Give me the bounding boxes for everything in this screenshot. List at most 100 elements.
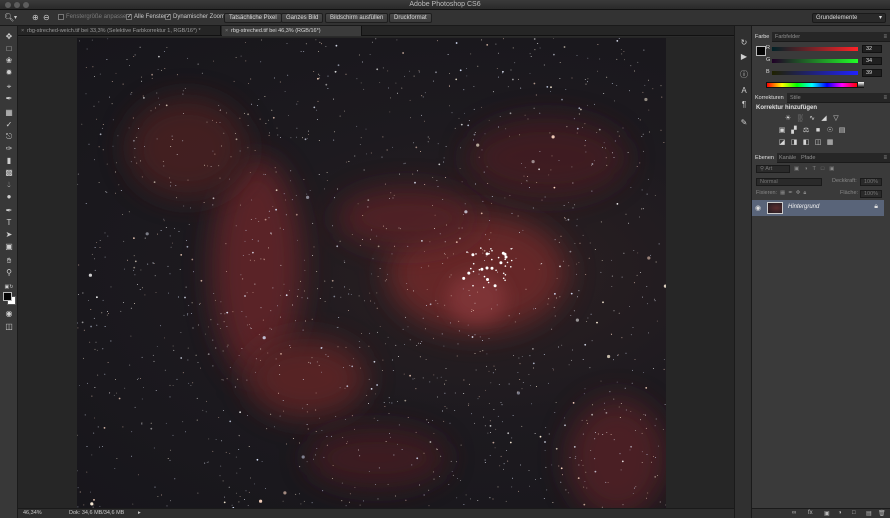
fill-screen-button[interactable]: Bildschirm ausfüllen: [325, 13, 389, 23]
panel-menu-icon[interactable]: ≡: [883, 32, 887, 42]
workspace-select[interactable]: Grundelemente ▾: [812, 13, 886, 23]
path-selection-tool-icon[interactable]: ➤: [3, 230, 15, 240]
gradient-map-icon[interactable]: ▽: [832, 115, 840, 122]
new-adjustment-icon[interactable]: ◑: [838, 510, 842, 516]
blue-slider[interactable]: B 39: [766, 69, 884, 77]
green-slider[interactable]: G 34: [766, 57, 884, 65]
red-gradient[interactable]: [772, 47, 858, 51]
tab-channels[interactable]: Kanäle: [776, 153, 799, 163]
lasso-tool-icon[interactable]: ❀: [3, 56, 15, 66]
threshold-icon[interactable]: ◧: [802, 139, 810, 146]
zoom-tool-icon[interactable]: ⚲: [3, 268, 15, 278]
move-tool-icon[interactable]: ✥: [3, 32, 15, 42]
zoom-tool-preset-icon[interactable]: 🔍︎: [4, 13, 14, 22]
crop-tool-icon[interactable]: ⌖: [3, 82, 15, 92]
selective-color-icon[interactable]: ◫: [814, 139, 822, 146]
blend-mode-select[interactable]: Normal: [756, 178, 822, 186]
astro-image[interactable]: [77, 38, 666, 508]
panel-menu-icon[interactable]: ≡: [883, 153, 887, 163]
scrubby-zoom-checkbox[interactable]: ✓ Dynamischer Zoom: [165, 14, 225, 20]
levels-icon[interactable]: ░: [796, 115, 804, 122]
gradient-tool-icon[interactable]: ▩: [3, 168, 15, 178]
clone-stamp-tool-icon[interactable]: ⎋: [3, 132, 15, 142]
print-size-button[interactable]: Druckformat: [389, 13, 432, 23]
quick-selection-tool-icon[interactable]: ✹: [3, 68, 15, 78]
color-spectrum-ramp[interactable]: [766, 82, 858, 88]
zoom-level[interactable]: 46,34%: [23, 509, 42, 518]
red-slider[interactable]: R 32: [766, 45, 884, 53]
color-lookup-icon[interactable]: ▦: [826, 139, 834, 146]
tab-color[interactable]: Farbe: [752, 32, 773, 42]
character-panel-icon[interactable]: A: [739, 86, 749, 96]
tab-swatches[interactable]: Farbfelder: [772, 32, 803, 42]
exposure-icon[interactable]: ◢: [820, 115, 828, 122]
tab-paths[interactable]: Pfade: [798, 153, 818, 163]
lock-icons[interactable]: ▦✒✥🔒︎: [780, 189, 809, 198]
default-colors-icon[interactable]: ▣↻: [3, 282, 15, 292]
close-tab-icon[interactable]: ×: [21, 26, 24, 36]
history-brush-tool-icon[interactable]: ✑: [3, 144, 15, 154]
brush-tool-icon[interactable]: ✓: [3, 120, 15, 130]
canvas-area[interactable]: [18, 37, 734, 508]
layer-filter-select[interactable]: ⚲ Art: [756, 165, 790, 173]
actions-panel-icon[interactable]: ▶: [739, 52, 749, 62]
hue-saturation-icon[interactable]: ▞: [790, 127, 798, 134]
fill-field[interactable]: 100%: [860, 190, 882, 198]
opacity-field[interactable]: 100%: [860, 178, 882, 186]
link-layers-icon[interactable]: ∞: [792, 510, 796, 516]
green-gradient[interactable]: [772, 59, 858, 63]
new-group-icon[interactable]: □: [852, 510, 856, 516]
layer-filter-icons[interactable]: ▣◑T□▣: [794, 165, 839, 174]
red-value-field[interactable]: 32: [862, 45, 882, 53]
rectangle-tool-icon[interactable]: ▣: [3, 242, 15, 252]
new-layer-icon[interactable]: ▤: [866, 510, 872, 517]
layer-style-icon[interactable]: fx: [808, 510, 813, 516]
type-tool-icon[interactable]: T: [3, 218, 15, 228]
blue-gradient[interactable]: [772, 71, 858, 75]
panel-menu-icon[interactable]: ≡: [883, 93, 887, 103]
photo-filter-icon[interactable]: ☉: [826, 127, 834, 134]
info-panel-icon[interactable]: ⓘ: [739, 70, 749, 80]
screen-mode-icon[interactable]: ◫: [3, 322, 15, 332]
document-tab-active[interactable]: × rbg-streched.tif bei 46,3% (RGB/16*): [222, 26, 362, 36]
black-white-ramp[interactable]: [858, 82, 864, 88]
layer-mask-icon[interactable]: ▣: [824, 510, 830, 517]
zoom-out-icon[interactable]: ⊖: [43, 13, 50, 22]
vibrance-icon[interactable]: ▣: [778, 127, 786, 134]
tab-styles[interactable]: Stile: [787, 93, 804, 103]
eyedropper-tool-icon[interactable]: ✒: [3, 94, 15, 104]
close-tab-icon[interactable]: ×: [225, 26, 228, 36]
history-panel-icon[interactable]: ↻: [739, 38, 749, 48]
curves-icon[interactable]: ∿: [808, 115, 816, 122]
eraser-tool-icon[interactable]: ▮: [3, 156, 15, 166]
foreground-color-swatch[interactable]: [3, 292, 12, 301]
color-balance-icon[interactable]: ⚖: [802, 127, 810, 134]
status-menu-arrow-icon[interactable]: ▸: [138, 509, 141, 518]
posterize-icon[interactable]: ◨: [790, 139, 798, 146]
layer-row-selected[interactable]: ◉ Hintergrund 🔒︎: [752, 200, 884, 216]
channel-mixer-icon[interactable]: ▤: [838, 127, 846, 134]
healing-brush-tool-icon[interactable]: ▦: [3, 108, 15, 118]
green-value-field[interactable]: 34: [862, 57, 882, 65]
marquee-tool-icon[interactable]: □: [3, 44, 15, 54]
fit-screen-button[interactable]: Ganzes Bild: [281, 13, 324, 23]
color-panel-foreground-swatch[interactable]: [756, 46, 766, 56]
preset-dropdown-arrow-icon[interactable]: ▾: [14, 14, 17, 21]
hand-tool-icon[interactable]: ✋︎: [3, 256, 15, 266]
dodge-tool-icon[interactable]: ●: [3, 192, 15, 202]
brush-presets-icon[interactable]: ✎: [739, 118, 749, 128]
tab-layers[interactable]: Ebenen: [752, 153, 777, 163]
document-tab[interactable]: × rbg-streched-weich.tif bei 33,3% (Sele…: [18, 26, 221, 36]
brightness-contrast-icon[interactable]: ☀: [784, 115, 792, 122]
zoom-in-icon[interactable]: ⊕: [32, 13, 39, 22]
invert-icon[interactable]: ◪: [778, 139, 786, 146]
quick-mask-icon[interactable]: ◉: [3, 309, 15, 319]
blur-tool-icon[interactable]: 💧︎: [3, 180, 15, 190]
eye-visibility-icon[interactable]: ◉: [755, 204, 761, 212]
actual-pixels-button[interactable]: Tatsächliche Pixel: [224, 13, 282, 23]
paragraph-panel-icon[interactable]: ¶: [739, 100, 749, 110]
tab-adjustments[interactable]: Korrekturen: [752, 93, 787, 103]
lock-icon[interactable]: 🔒︎: [874, 203, 878, 211]
blue-value-field[interactable]: 39: [862, 69, 882, 77]
delete-layer-icon[interactable]: 🗑︎: [878, 510, 886, 517]
